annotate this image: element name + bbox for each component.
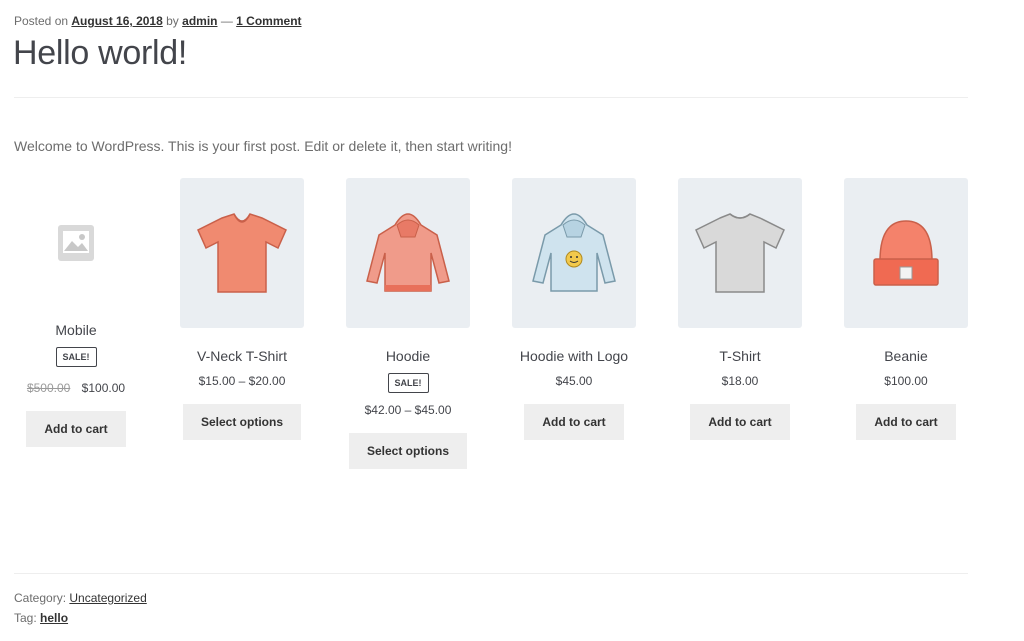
beanie-icon [873,220,939,286]
product-price: $15.00 – $20.00 [198,374,286,388]
product-hoodie: Hoodie SALE! $42.00 – $45.00 Select opti… [346,178,470,469]
product-price: $18.00 [721,374,759,388]
add-to-cart-button[interactable]: Add to cart [524,404,624,440]
product-name[interactable]: V-Neck T-Shirt [180,348,304,364]
product-tshirt: T-Shirt $18.00 Add to cart [678,178,802,440]
product-name[interactable]: Beanie [844,348,968,364]
author-link[interactable]: admin [182,14,217,28]
select-options-button[interactable]: Select options [182,404,301,440]
add-to-cart-button[interactable]: Add to cart [26,411,126,447]
product-hoodie-with-logo: Hoodie with Logo $45.00 Add to cart [512,178,636,440]
post-date-link[interactable]: August 16, 2018 [71,14,162,28]
product-vneck-tshirt: V-Neck T-Shirt $15.00 – $20.00 Select op… [180,178,304,440]
category-label: Category: [14,591,67,605]
vneck-tshirt-icon [197,213,287,293]
add-to-cart-button[interactable]: Add to cart [856,404,956,440]
product-price: $100.00 [884,374,928,388]
product-mobile: Mobile SALE! $500.00 $100.00 Add to cart [14,178,138,447]
post-title: Hello world! [13,34,188,72]
product-image[interactable] [844,178,968,328]
sale-badge: SALE! [387,373,429,393]
category-link[interactable]: Uncategorized [69,591,146,605]
post-intro: Welcome to WordPress. This is your first… [14,138,512,154]
posted-on-label: Posted on [14,14,69,28]
placeholder-image-icon[interactable] [14,178,138,308]
current-price: $100.00 [81,381,126,395]
comments-link[interactable]: 1 Comment [236,14,301,28]
select-options-button[interactable]: Select options [348,433,467,469]
tag-label: Tag: [14,611,37,625]
product-image[interactable] [346,178,470,328]
product-name[interactable]: Mobile [14,322,138,338]
post-meta: Posted on August 16, 2018 by admin — 1 C… [14,14,302,28]
bottom-divider [14,573,968,574]
hoodie-with-logo-icon [532,213,616,292]
add-to-cart-button[interactable]: Add to cart [690,404,790,440]
old-price: $500.00 [26,381,71,395]
product-name[interactable]: T-Shirt [678,348,802,364]
by-label: by [166,14,179,28]
product-price: $42.00 – $45.00 [364,403,452,417]
product-image[interactable] [678,178,802,328]
post-tag: Tag: hello [14,611,68,625]
sale-badge: SALE! [55,347,97,367]
post-category: Category: Uncategorized [14,591,147,605]
hoodie-icon [366,213,450,292]
product-image[interactable] [512,178,636,328]
product-price: $45.00 [555,374,593,388]
product-name[interactable]: Hoodie [346,348,470,364]
product-beanie: Beanie $100.00 Add to cart [844,178,968,440]
tshirt-icon [695,213,785,293]
meta-dash: — [220,14,233,28]
top-divider [14,97,968,98]
product-name[interactable]: Hoodie with Logo [512,348,636,364]
product-price: $500.00 $100.00 [14,381,138,395]
tag-link[interactable]: hello [40,611,68,625]
product-image[interactable] [180,178,304,328]
